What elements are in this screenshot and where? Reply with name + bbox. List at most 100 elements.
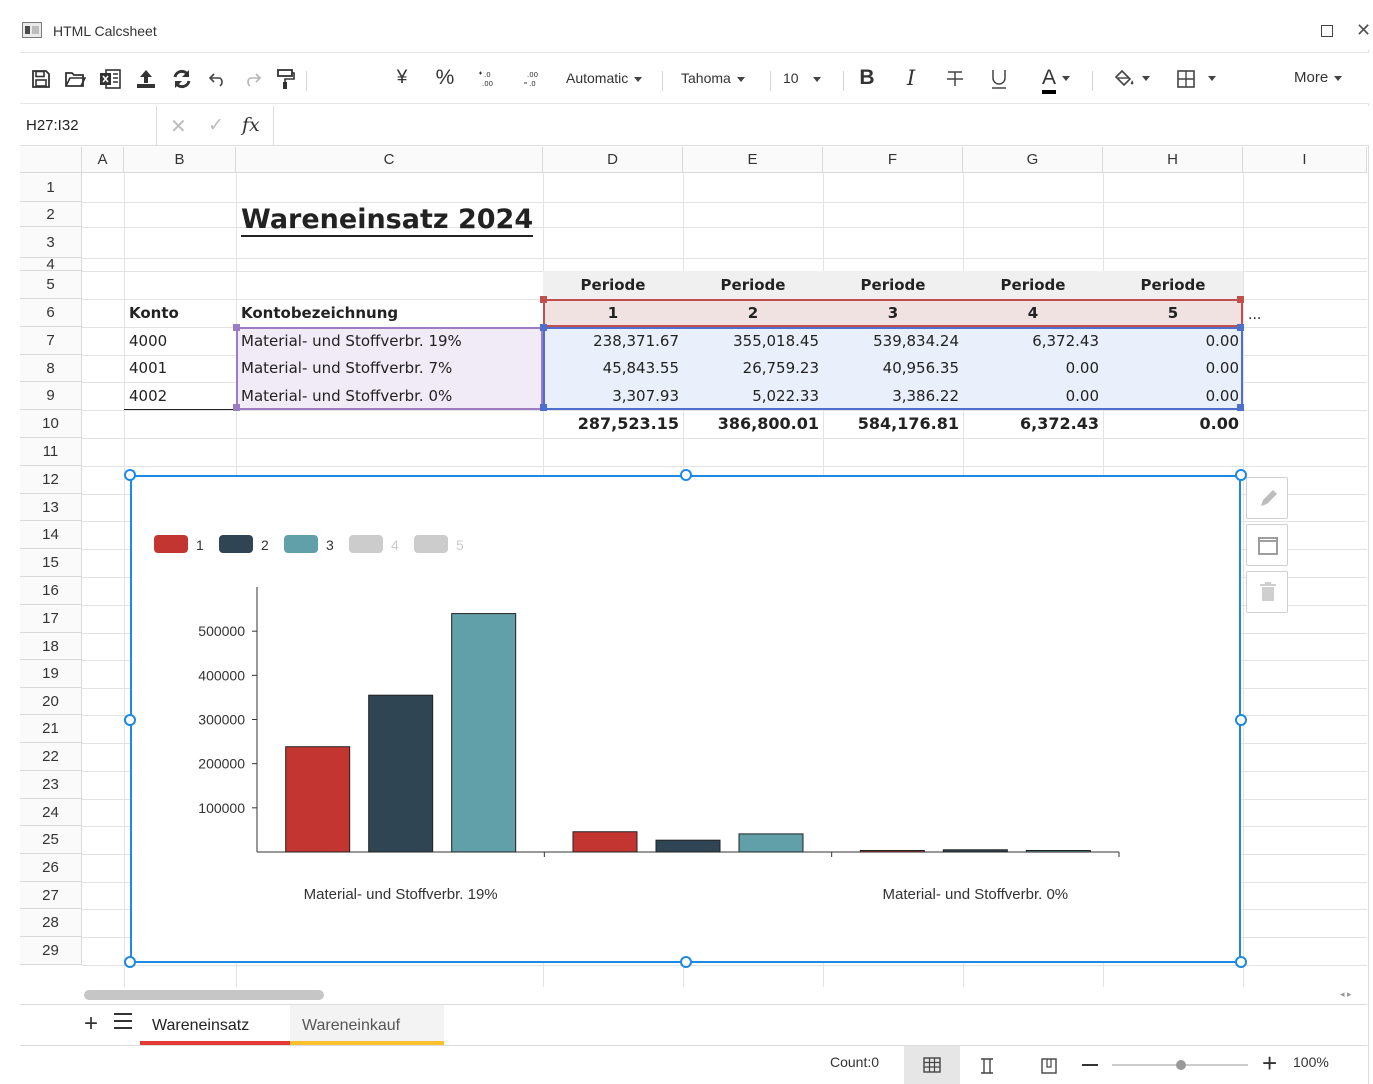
row-header-22[interactable]: 22 (20, 743, 82, 771)
function-icon[interactable]: fx (242, 114, 260, 136)
save-icon[interactable] (28, 61, 54, 95)
row-header-6[interactable]: 6 (20, 299, 82, 327)
confirm-icon[interactable]: ✓ (208, 114, 224, 137)
resize-handle[interactable] (1235, 714, 1247, 726)
row-header-3[interactable]: 3 (20, 227, 82, 258)
row-header-20[interactable]: 20 (20, 688, 82, 715)
fill-color-button[interactable] (1110, 61, 1154, 95)
row-header-9[interactable]: 9 (20, 382, 82, 410)
currency-format-button[interactable]: ¥ (390, 61, 414, 95)
period-header-label[interactable]: Periode (683, 271, 823, 299)
period-header-label[interactable]: Periode (963, 271, 1103, 299)
percent-format-button[interactable]: % (432, 61, 458, 95)
resize-handle[interactable] (124, 956, 136, 968)
row-header-1[interactable]: 1 (20, 173, 82, 202)
row-header-14[interactable]: 14 (20, 521, 82, 549)
close-icon[interactable]: ✕ (1356, 20, 1371, 41)
row-header-13[interactable]: 13 (20, 494, 82, 521)
total-cell[interactable]: 6,372.43 (963, 410, 1103, 438)
column-header-c[interactable]: C (236, 147, 543, 173)
resize-handle[interactable] (124, 714, 136, 726)
name-box[interactable]: H27:I32 (20, 106, 157, 146)
row-header-18[interactable]: 18 (20, 633, 82, 660)
column-header-d[interactable]: D (543, 147, 683, 173)
font-color-button[interactable]: A (1034, 61, 1078, 95)
import-excel-icon[interactable] (96, 61, 124, 95)
range-handle[interactable] (233, 404, 240, 411)
row-header-15[interactable]: 15 (20, 549, 82, 577)
number-format-dropdown[interactable]: Automatic (566, 61, 643, 95)
scroll-arrows[interactable]: ◂ ▸ (1340, 989, 1352, 1000)
chart-container[interactable]: 1 2 3 4 5 100000 200000 300000 400000 500000 Mater… (130, 475, 1241, 963)
column-header-a[interactable]: A (82, 147, 124, 173)
column-header-h[interactable]: H (1103, 147, 1243, 173)
borders-button[interactable] (1170, 61, 1222, 95)
period-header-label[interactable]: Periode (543, 271, 683, 299)
row-header-8[interactable]: 8 (20, 355, 82, 382)
account-number[interactable]: 4000 (129, 327, 167, 355)
sheet-tab-wareneinsatz[interactable]: Wareneinsatz (140, 1005, 290, 1045)
font-size-dropdown[interactable]: 10 (783, 61, 821, 95)
range-handle[interactable] (540, 404, 547, 411)
refresh-icon[interactable] (168, 61, 196, 95)
font-family-dropdown[interactable]: Tahoma (681, 61, 745, 95)
total-cell[interactable]: 386,800.01 (683, 410, 823, 438)
row-header-7[interactable]: 7 (20, 327, 82, 355)
increase-decimal-icon[interactable]: .0.00 (475, 61, 501, 95)
resize-handle[interactable] (680, 469, 692, 481)
add-sheet-icon[interactable]: + (84, 1010, 98, 1038)
row-header-12[interactable]: 12 (20, 466, 82, 494)
row-header-25[interactable]: 25 (20, 826, 82, 854)
total-cell[interactable]: 287,523.15 (543, 410, 683, 438)
export-icon[interactable] (132, 61, 160, 95)
format-painter-icon[interactable] (272, 61, 298, 95)
cancel-icon[interactable]: ✕ (170, 114, 187, 139)
column-header-e[interactable]: E (683, 147, 823, 173)
select-all-corner[interactable] (20, 147, 82, 173)
scrollbar-thumb[interactable] (84, 990, 324, 1000)
zoom-slider-thumb[interactable] (1176, 1060, 1186, 1070)
range-handle[interactable] (1237, 296, 1244, 303)
total-cell[interactable]: 584,176.81 (823, 410, 963, 438)
undo-icon[interactable] (205, 61, 231, 95)
page-layout-button[interactable] (978, 1057, 996, 1080)
decrease-decimal-icon[interactable]: .00.0 (520, 61, 546, 95)
range-handle[interactable] (540, 296, 547, 303)
redo-icon[interactable] (239, 61, 265, 95)
row-header-16[interactable]: 16 (20, 577, 82, 605)
range-handle[interactable] (1237, 324, 1244, 331)
column-header-f[interactable]: F (823, 147, 963, 173)
maximize-icon[interactable] (1321, 25, 1333, 37)
period-header-label[interactable]: Periode (823, 271, 963, 299)
normal-view-button[interactable] (904, 1046, 960, 1084)
resize-handle[interactable] (680, 956, 692, 968)
horizontal-scrollbar[interactable]: ◂ ▸ (20, 987, 1367, 1003)
chart-style-button[interactable] (1246, 524, 1288, 566)
chart-delete-button[interactable] (1246, 571, 1288, 613)
sheet-tab-wareneinkauf[interactable]: Wareneinkauf (290, 1005, 444, 1045)
total-cell[interactable]: 0.00 (1103, 410, 1243, 438)
row-header-17[interactable]: 17 (20, 605, 82, 633)
chart-edit-button[interactable] (1246, 477, 1288, 519)
row-header-19[interactable]: 19 (20, 660, 82, 688)
row-header-27[interactable]: 27 (20, 882, 82, 909)
zoom-in-icon[interactable]: + (1262, 1048, 1277, 1078)
row-header-29[interactable]: 29 (20, 937, 82, 965)
header-kontobezeichnung[interactable]: Kontobezeichnung (241, 299, 398, 327)
row-header-10[interactable]: 10 (20, 410, 82, 438)
header-konto[interactable]: Konto (129, 299, 179, 327)
row-header-23[interactable]: 23 (20, 771, 82, 799)
underline-icon[interactable] (986, 61, 1012, 95)
account-number[interactable]: 4001 (129, 355, 167, 382)
sheet-title[interactable]: Wareneinsatz 2024 (241, 203, 534, 237)
column-header-g[interactable]: G (963, 147, 1103, 173)
row-header-28[interactable]: 28 (20, 909, 82, 937)
row-header-2[interactable]: 2 (20, 202, 82, 227)
range-handle[interactable] (233, 324, 240, 331)
zoom-out-icon[interactable] (1082, 1064, 1098, 1066)
resize-handle[interactable] (1235, 956, 1247, 968)
page-break-button[interactable] (1040, 1057, 1058, 1080)
formula-input[interactable] (276, 106, 1366, 146)
range-handle[interactable] (540, 324, 547, 331)
row-header-24[interactable]: 24 (20, 799, 82, 826)
